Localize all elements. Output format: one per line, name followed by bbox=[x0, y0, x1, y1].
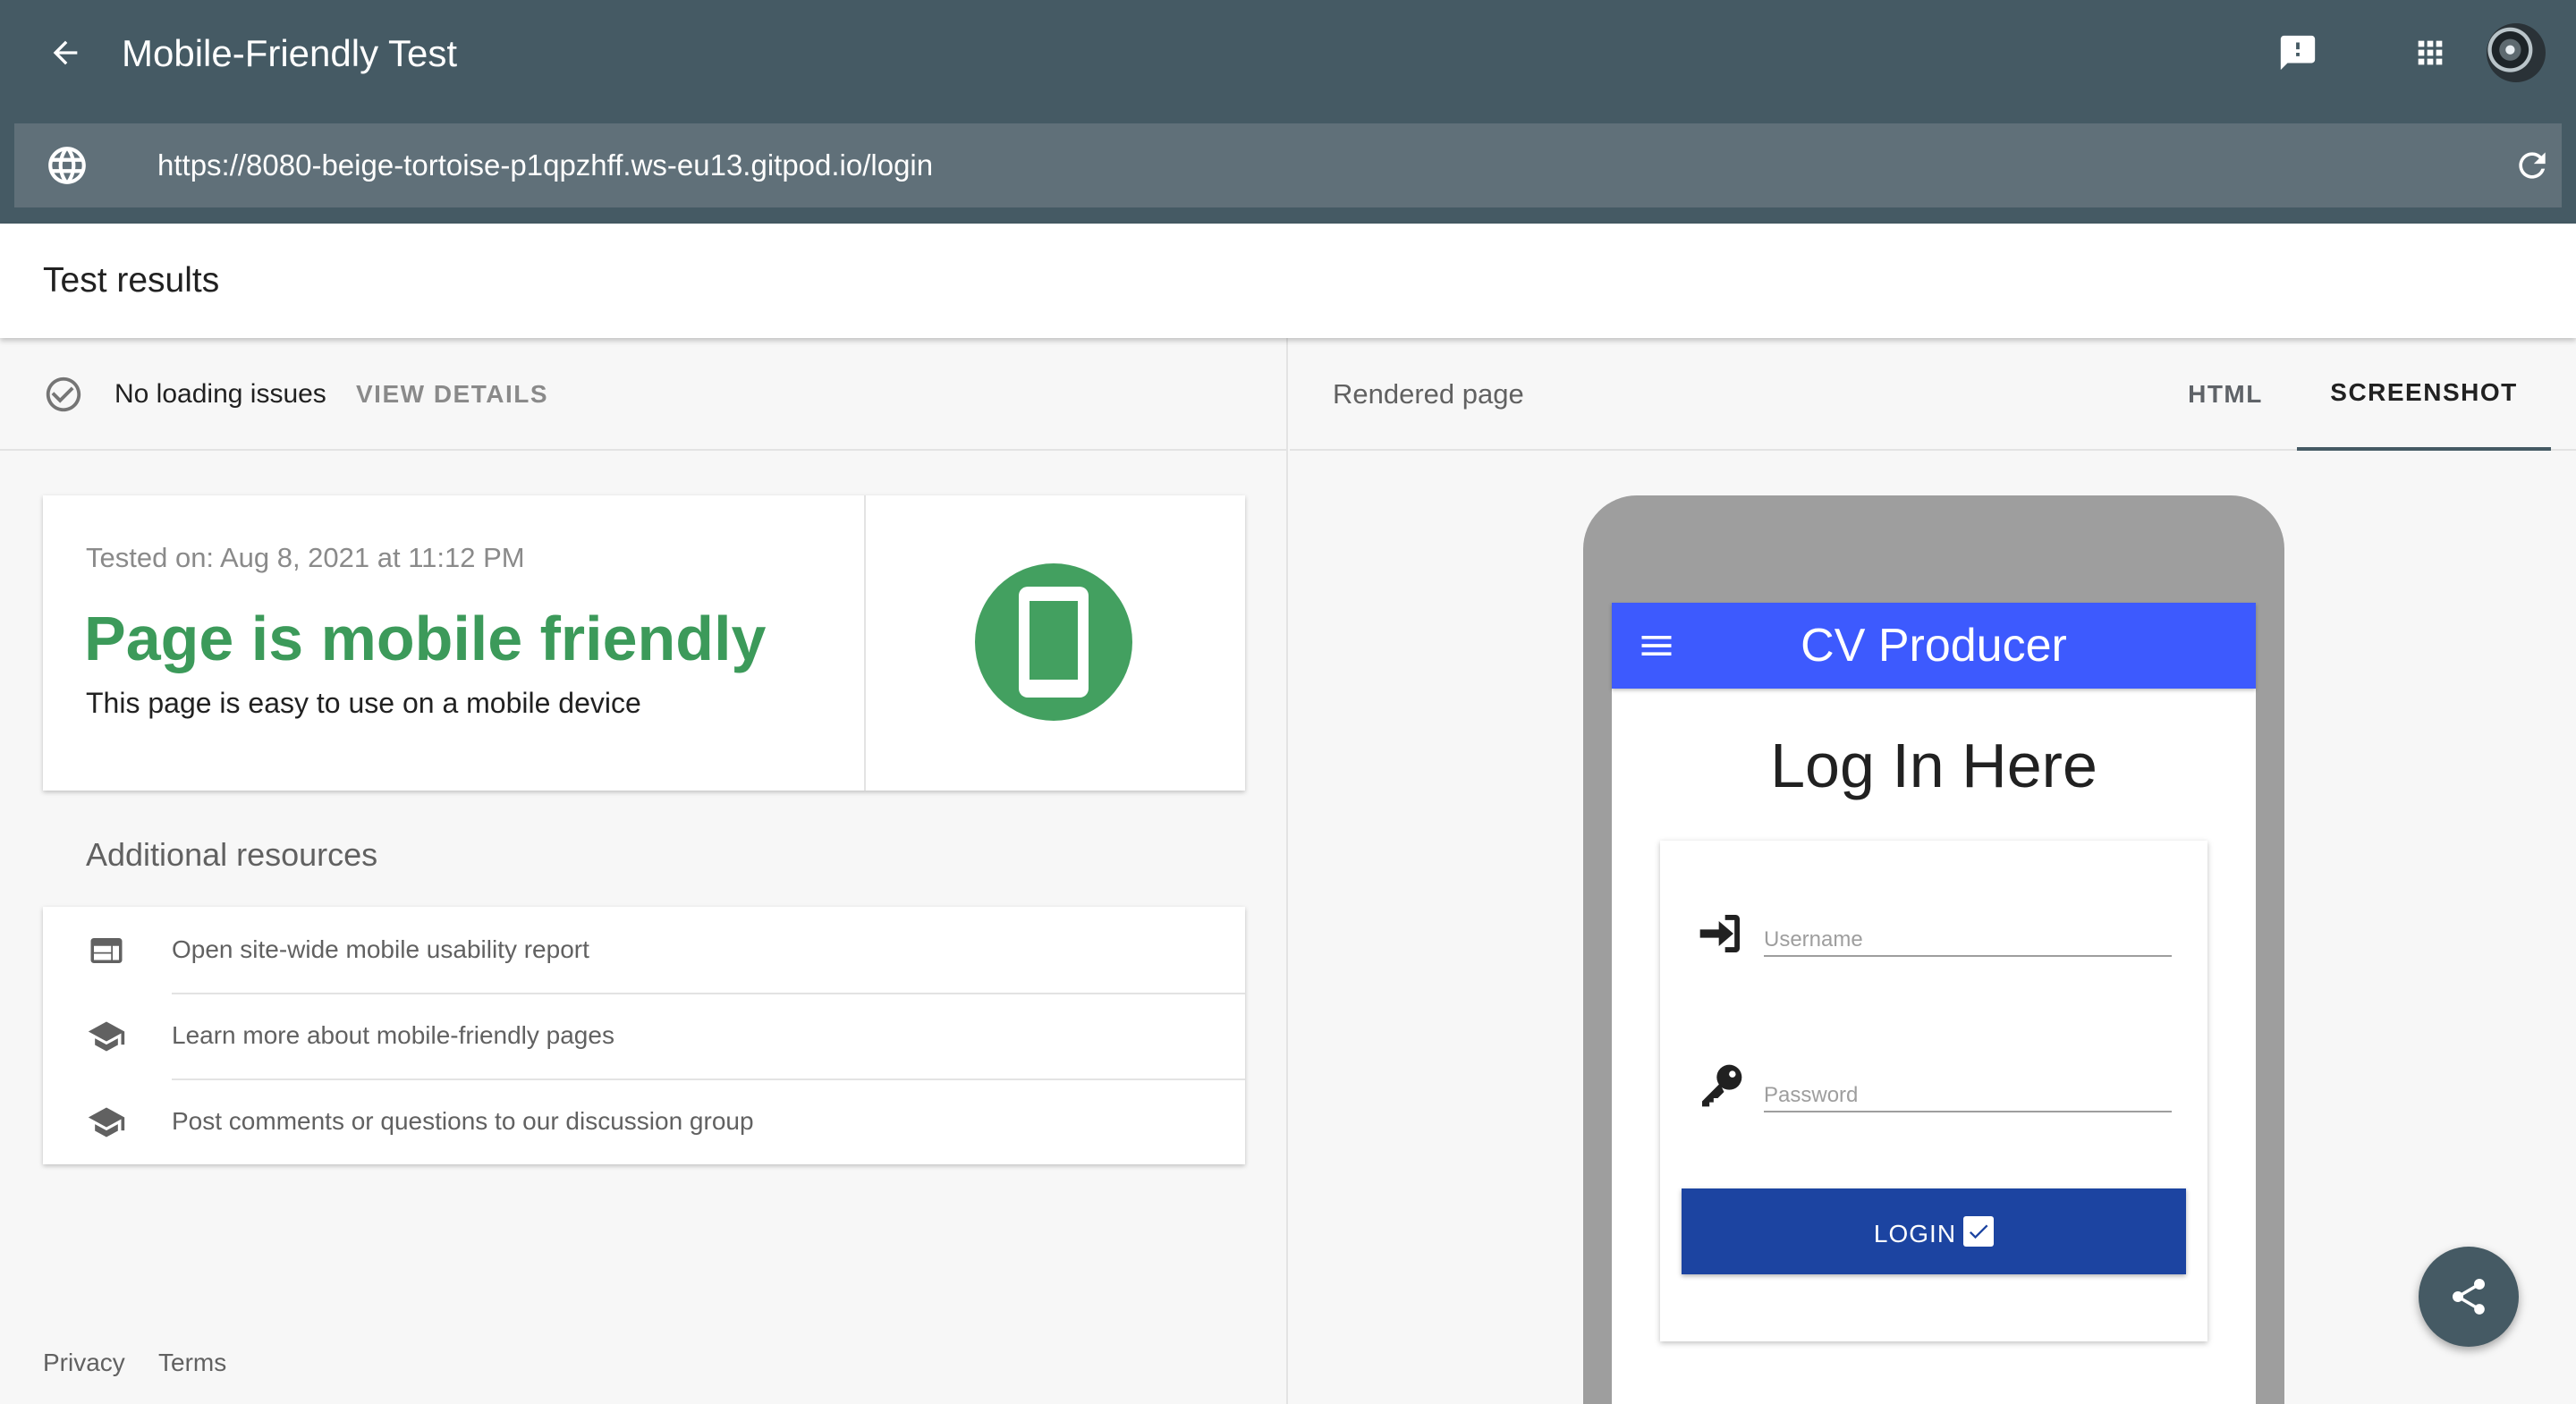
resources-list: Open site-wide mobile usability report L… bbox=[43, 907, 1245, 1164]
account-avatar[interactable] bbox=[2487, 23, 2546, 82]
refresh-button[interactable] bbox=[2506, 140, 2558, 191]
smartphone-icon bbox=[1019, 587, 1089, 698]
preview-login-heading: Log In Here bbox=[1770, 731, 2097, 800]
refresh-icon bbox=[2519, 152, 2546, 179]
tab-html[interactable]: HTML bbox=[2145, 338, 2306, 451]
additional-resources-heading: Additional resources bbox=[86, 836, 378, 873]
mobile-friendly-badge bbox=[975, 563, 1132, 721]
rendered-page-header: Rendered page HTML SCREENSHOT bbox=[1290, 338, 2576, 451]
password-placeholder: Password bbox=[1764, 1083, 1859, 1107]
apps-grid-icon bbox=[2418, 40, 2443, 65]
phone-preview-screen: CV Producer Log In Here Username Passwor… bbox=[1612, 603, 2256, 1404]
preview-app-title: CV Producer bbox=[1801, 620, 2067, 672]
preview-app-bar: CV Producer bbox=[1612, 603, 2256, 689]
hamburger-menu-icon bbox=[1641, 636, 1672, 655]
preview-login-button[interactable]: LOGIN bbox=[1682, 1188, 2186, 1274]
school-icon bbox=[86, 1102, 127, 1143]
app-title: Mobile-Friendly Test bbox=[122, 32, 458, 74]
results-pane: No loading issues VIEW DETAILS Tested on… bbox=[0, 338, 1288, 1404]
phone-preview-frame: CV Producer Log In Here Username Passwor… bbox=[1583, 495, 2284, 1404]
rendered-page-pane: Rendered page HTML SCREENSHOT CV Produce… bbox=[1290, 338, 2576, 1404]
back-button[interactable] bbox=[38, 25, 93, 80]
app-bar: Mobile-Friendly Test https://8080-beige-… bbox=[0, 0, 2576, 224]
sign-in-icon bbox=[1699, 915, 1740, 952]
tab-screenshot[interactable]: SCREENSHOT bbox=[2297, 338, 2551, 451]
resource-item-discussion-group[interactable]: Post comments or questions to our discus… bbox=[43, 1078, 1245, 1164]
verdict-title: Page is mobile friendly bbox=[84, 604, 767, 673]
url-input[interactable]: https://8080-beige-tortoise-p1qpzhff.ws-… bbox=[157, 147, 933, 184]
url-bar: https://8080-beige-tortoise-p1qpzhff.ws-… bbox=[14, 123, 2562, 207]
check-circle-icon bbox=[46, 376, 81, 412]
loading-status-row: No loading issues VIEW DETAILS bbox=[0, 338, 1286, 451]
key-icon bbox=[1702, 1064, 1742, 1107]
preview-password-field[interactable]: Password bbox=[1764, 1059, 2172, 1112]
terms-link[interactable]: Terms bbox=[158, 1347, 226, 1379]
share-icon bbox=[2453, 1279, 2485, 1315]
login-button-label: LOGIN bbox=[1873, 1220, 1957, 1248]
rendered-page-label: Rendered page bbox=[1333, 378, 1524, 410]
preview-login-card: Username Password LOGIN bbox=[1660, 841, 2207, 1341]
verdict-description: This page is easy to use on a mobile dev… bbox=[86, 687, 641, 719]
check-box-icon bbox=[1963, 1216, 1995, 1247]
privacy-link[interactable]: Privacy bbox=[43, 1347, 125, 1379]
arrow-back-icon bbox=[53, 40, 78, 65]
verdict-card: Tested on: Aug 8, 2021 at 11:12 PM Page … bbox=[43, 495, 1245, 791]
feedback-icon bbox=[2280, 35, 2316, 71]
results-title: Test results bbox=[43, 261, 220, 300]
apps-button[interactable] bbox=[2404, 27, 2456, 79]
school-icon bbox=[86, 1016, 127, 1057]
globe-icon bbox=[48, 147, 86, 184]
tested-on-timestamp: Tested on: Aug 8, 2021 at 11:12 PM bbox=[86, 542, 525, 573]
preview-username-field[interactable]: Username bbox=[1764, 903, 2172, 957]
loading-status-text: No loading issues bbox=[114, 379, 326, 409]
feedback-button[interactable] bbox=[2272, 27, 2324, 79]
card-divider bbox=[864, 495, 866, 791]
resource-item-label: Open site-wide mobile usability report bbox=[172, 935, 589, 963]
resource-item-label: Learn more about mobile-friendly pages bbox=[172, 1021, 614, 1049]
resource-item-label: Post comments or questions to our discus… bbox=[172, 1107, 754, 1135]
view-details-button[interactable]: VIEW DETAILS bbox=[356, 377, 548, 411]
app-bar-row: Mobile-Friendly Test bbox=[0, 0, 2576, 107]
results-header: Test results bbox=[0, 224, 2576, 338]
web-layout-icon bbox=[86, 930, 127, 971]
resource-item-learn-more[interactable]: Learn more about mobile-friendly pages bbox=[43, 993, 1245, 1078]
username-placeholder: Username bbox=[1764, 927, 1863, 952]
share-button[interactable] bbox=[2419, 1247, 2519, 1347]
resource-item-usability-report[interactable]: Open site-wide mobile usability report bbox=[43, 907, 1245, 993]
